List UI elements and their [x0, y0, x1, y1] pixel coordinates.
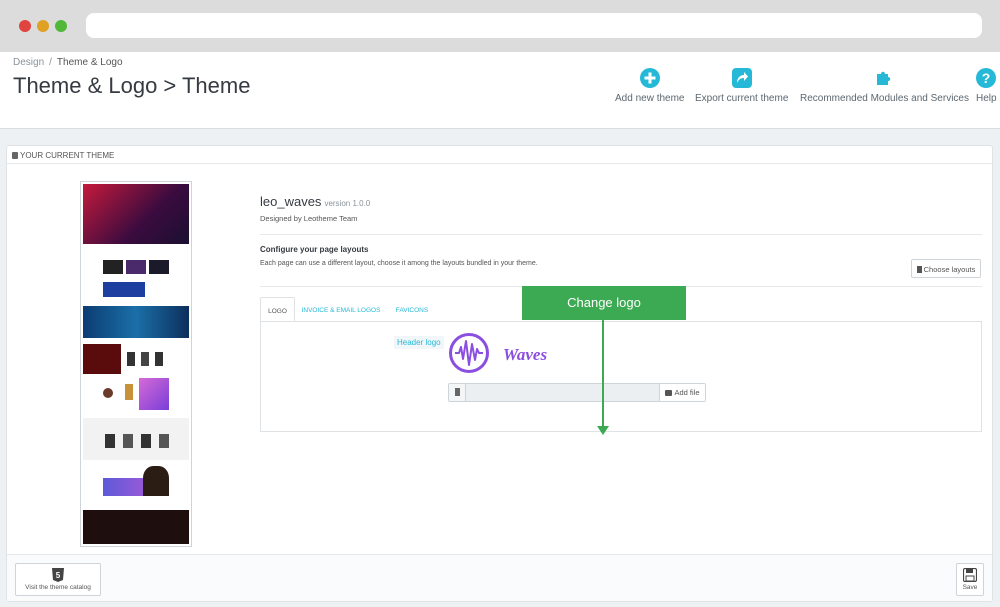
preview-banner: [83, 306, 189, 338]
preview-products-1: [83, 342, 189, 377]
file-icon: [449, 384, 466, 401]
tab-favicons[interactable]: FAVICONS: [388, 297, 436, 322]
plus-circle-icon: [639, 68, 660, 88]
file-icon: [916, 266, 922, 273]
add-new-theme-button[interactable]: Add new theme: [615, 68, 685, 104]
address-bar[interactable]: [86, 13, 982, 38]
app-window: Design / Theme & Logo Theme & Logo > Theme…: [0, 52, 1000, 607]
breadcrumb-parent[interactable]: Design: [13, 57, 44, 68]
logo-text: Waves: [503, 345, 547, 364]
preview-collections: [83, 246, 189, 306]
browser-chrome: [0, 0, 1000, 52]
theme-name-text: leo_waves: [260, 194, 322, 209]
panel-footer: 5 Visit the theme catalog Save: [7, 554, 992, 601]
html5-icon: [12, 152, 18, 159]
export-theme-button[interactable]: Export current theme: [695, 68, 788, 104]
choose-layouts-label: Choose layouts: [923, 265, 976, 274]
visit-theme-catalog-label: Visit the theme catalog: [25, 584, 91, 591]
close-window-dot[interactable]: [19, 20, 31, 32]
preview-hero: [83, 184, 189, 244]
html5-icon: 5: [52, 568, 64, 582]
maximize-window-dot[interactable]: [55, 20, 67, 32]
waves-logo: Waves: [449, 333, 547, 373]
panel-heading: YOUR CURRENT THEME: [7, 146, 992, 164]
page-title: Theme & Logo > Theme: [13, 73, 251, 98]
preview-footer: [83, 510, 189, 544]
breadcrumb-separator: /: [49, 57, 52, 68]
puzzle-icon: [877, 71, 891, 85]
panel-heading-label: YOUR CURRENT THEME: [20, 151, 115, 160]
tab-logo[interactable]: LOGO: [260, 297, 295, 322]
share-icon: [731, 68, 752, 88]
logo-tab-content: Header logo Waves Add file: [260, 321, 982, 432]
preview-newsletter: [83, 464, 189, 500]
floppy-disk-icon: [963, 568, 977, 582]
theme-name: leo_waves version 1.0.0: [260, 194, 370, 209]
divider: [260, 234, 982, 235]
header-logo-label: Header logo: [394, 336, 444, 349]
layouts-description: Each page can use a different layout, ch…: [260, 260, 538, 267]
theme-version: version 1.0.0: [324, 199, 371, 208]
tab-invoice-email-logos[interactable]: INVOICE & EMAIL LOGOS: [298, 297, 384, 322]
logo-file-input[interactable]: Add file: [448, 383, 706, 402]
svg-text:5: 5: [56, 571, 61, 580]
question-circle-icon: ?: [976, 68, 997, 88]
choose-layouts-button[interactable]: Choose layouts: [911, 259, 981, 278]
preview-best-seller: [83, 418, 189, 460]
help-button[interactable]: ? Help: [976, 68, 997, 104]
callout-arrow-icon: [597, 426, 609, 435]
layouts-title: Configure your page layouts: [260, 245, 369, 254]
current-theme-panel: YOUR CURRENT THEME leo_waves version 1.0…: [6, 145, 993, 602]
folder-icon: [665, 390, 673, 396]
callout-line: [602, 320, 604, 430]
header-logo-image: Waves: [448, 332, 568, 376]
breadcrumb: Design / Theme & Logo: [13, 57, 123, 68]
preview-products-2: [83, 378, 189, 413]
add-file-button[interactable]: Add file: [659, 384, 705, 401]
theme-preview-image: [80, 181, 192, 547]
minimize-window-dot[interactable]: [37, 20, 49, 32]
export-theme-label: Export current theme: [695, 93, 789, 104]
add-new-theme-label: Add new theme: [615, 93, 685, 104]
page-header: Design / Theme & Logo Theme & Logo > Theme…: [0, 52, 1000, 129]
change-logo-callout: Change logo: [522, 286, 686, 320]
save-button[interactable]: Save: [956, 563, 984, 596]
svg-text:?: ?: [982, 70, 991, 86]
theme-author: Designed by Leotheme Team: [260, 214, 358, 223]
recommended-modules-button[interactable]: Recommended Modules and Services: [800, 68, 969, 104]
breadcrumb-current: Theme & Logo: [56, 57, 123, 68]
recommended-modules-label: Recommended Modules and Services: [800, 93, 969, 104]
save-label: Save: [962, 584, 978, 591]
help-label: Help: [976, 93, 997, 104]
visit-theme-catalog-button[interactable]: 5 Visit the theme catalog: [15, 563, 101, 596]
add-file-label: Add file: [674, 388, 700, 397]
